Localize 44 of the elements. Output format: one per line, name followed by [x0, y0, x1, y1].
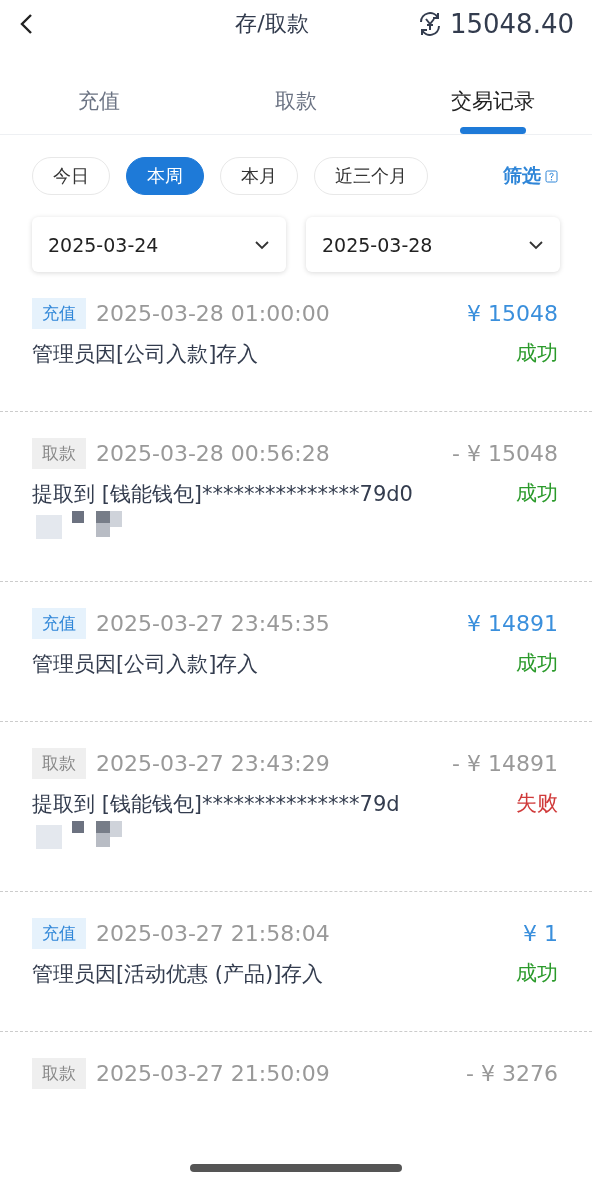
period-chip[interactable]: 今日	[32, 157, 110, 195]
type-tag: 充值	[32, 608, 86, 639]
record-amount: ¥ 1	[523, 921, 558, 946]
record-time: 2025-03-27 23:43:29	[96, 751, 330, 776]
record-status: 失败	[516, 790, 558, 817]
period-chip[interactable]: 近三个月	[314, 157, 428, 195]
date-select[interactable]: 2025-03-28	[306, 217, 560, 272]
chevron-down-icon	[528, 239, 544, 250]
record-status: 成功	[516, 340, 558, 367]
record-amount: - ¥ 3276	[466, 1061, 558, 1086]
filter-button[interactable]: 筛选	[503, 163, 541, 189]
page-title: 存/取款	[234, 10, 310, 38]
record-amount: ¥ 15048	[467, 301, 558, 326]
record-amount: - ¥ 14891	[452, 751, 558, 776]
record-description: 管理员因[公司入款]存入	[32, 652, 259, 676]
period-chip[interactable]: 本月	[220, 157, 298, 195]
record-amount: - ¥ 15048	[452, 441, 558, 466]
tab-indicator	[460, 127, 527, 134]
tab[interactable]: 交易记录	[451, 87, 536, 115]
record-time: 2025-03-27 21:50:09	[96, 1061, 330, 1086]
date-select[interactable]: 2025-03-24	[32, 217, 286, 272]
record-description: 提取到 [钱能钱包]***************79d	[32, 792, 400, 816]
record-status: 成功	[516, 480, 558, 507]
record-description: 管理员因[活动优惠 (产品)]存入	[32, 962, 324, 986]
record-description: 管理员因[公司入款]存入	[32, 342, 259, 366]
record-amount: ¥ 14891	[467, 611, 558, 636]
type-tag: 取款	[32, 1058, 86, 1089]
tab[interactable]: 充值	[77, 87, 120, 115]
record-status: 成功	[516, 960, 558, 987]
chevron-down-icon	[254, 239, 270, 250]
record-time: 2025-03-27 23:45:35	[96, 611, 330, 636]
type-tag: 取款	[32, 438, 86, 469]
tab[interactable]: 取款	[275, 87, 317, 115]
type-tag: 取款	[32, 748, 86, 779]
record-description: 提取到 [钱能钱包]***************79d0	[32, 482, 413, 506]
record-time: 2025-03-27 21:58:04	[96, 921, 330, 946]
record-status: 成功	[516, 650, 558, 677]
record-time: 2025-03-28 01:00:00	[96, 301, 330, 326]
period-chip[interactable]: 本周	[126, 157, 204, 195]
type-tag: 充值	[32, 918, 86, 949]
type-tag: 充值	[32, 298, 86, 329]
record-time: 2025-03-28 00:56:28	[96, 441, 330, 466]
balance-amount: 15048.40	[449, 9, 574, 39]
help-icon[interactable]	[545, 169, 558, 183]
